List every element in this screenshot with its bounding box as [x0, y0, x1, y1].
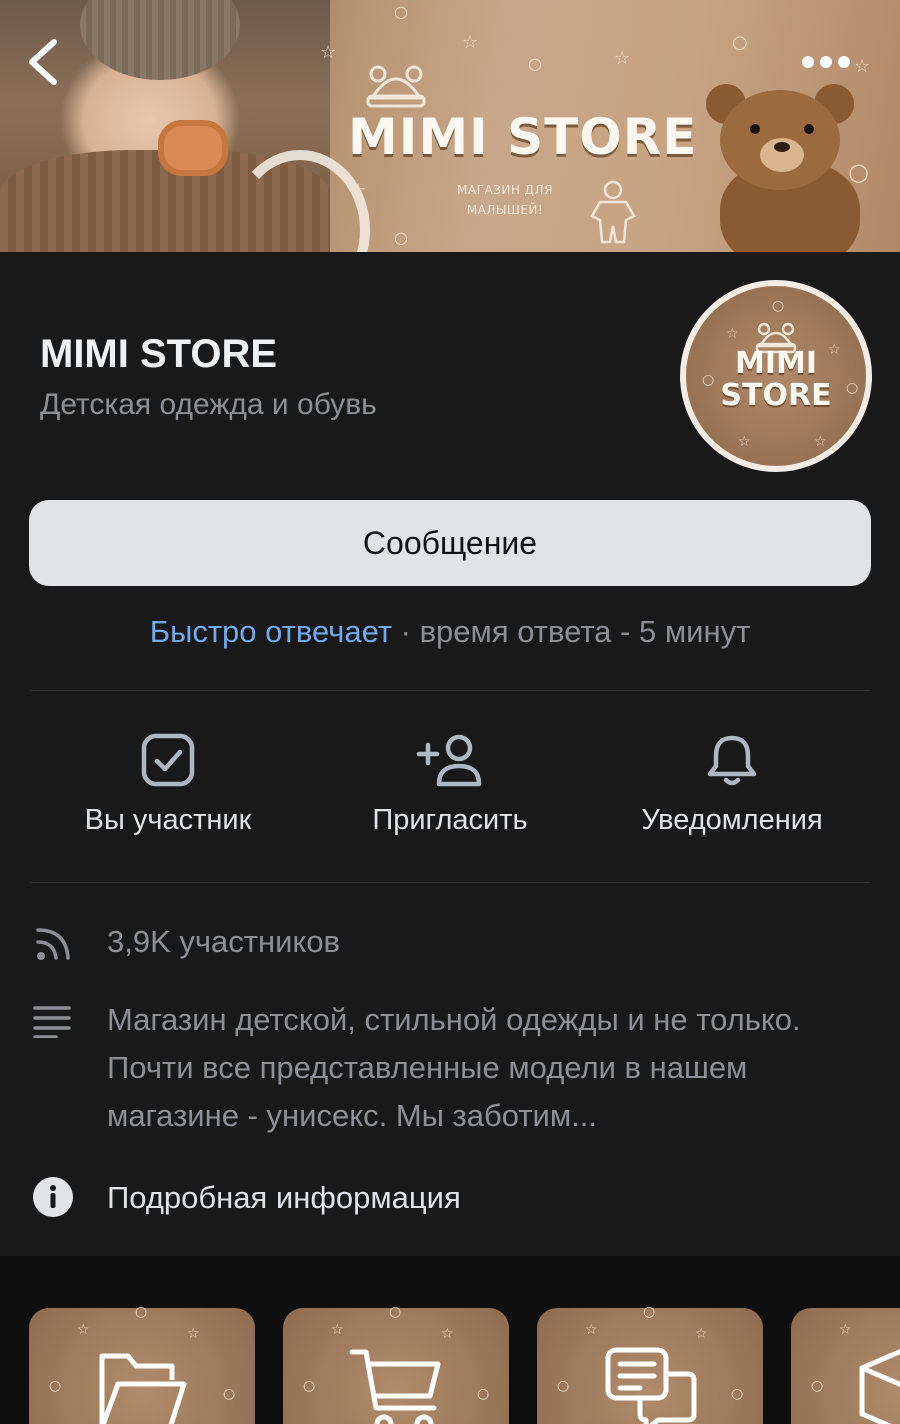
member-label: Вы участник — [84, 804, 252, 836]
message-button[interactable]: Сообщение — [29, 500, 871, 586]
circle-icon: ○ — [389, 1304, 402, 1320]
add-user-icon — [416, 734, 482, 787]
community-subtitle: Детская одежда и обувь — [40, 388, 377, 421]
circle-icon: ○ — [643, 1304, 656, 1320]
circle-icon: ○ — [772, 298, 785, 314]
divider — [30, 690, 870, 691]
tile-cart[interactable]: ☆ ☆ ○ ○ ○ — [283, 1304, 509, 1424]
teddy-bear-image — [690, 84, 890, 252]
community-name: MIMI STORE — [40, 332, 278, 376]
star-icon: ☆ — [738, 434, 751, 450]
cart-icon — [349, 1349, 441, 1424]
circle-icon: ○ — [303, 1378, 316, 1394]
circle-icon: ○ — [394, 2, 408, 21]
members-count: 3,9K участников — [107, 924, 341, 959]
cover-image: ☆ ☆ ☆ ☆ ☆ ○ ○ ○ ○ ○ MIMI STORE МАГАЗИН Д… — [0, 0, 900, 252]
community-description: Магазин детской, стильной одежды и не то… — [107, 1002, 801, 1133]
circle-icon: ○ — [731, 1386, 744, 1402]
bear-eye — [750, 124, 760, 134]
romper-icon — [590, 180, 636, 244]
circle-icon: ○ — [394, 228, 408, 247]
info-icon — [33, 1177, 73, 1217]
tile-delivery[interactable]: ☆ ○ — [791, 1308, 900, 1424]
circle-icon: ○ — [477, 1386, 490, 1402]
avatar[interactable]: ☆ ☆ ☆ ☆ ○ ○ ○ MIMI STORE — [680, 280, 872, 472]
notifications-label: Уведомления — [641, 804, 823, 836]
star-icon: ☆ — [331, 1322, 344, 1338]
star-icon: ☆ — [814, 434, 827, 450]
fast-response-label: Быстро отвечает — [149, 614, 393, 649]
invite-button[interactable]: Пригласить — [310, 732, 590, 837]
star-icon: ☆ — [77, 1322, 90, 1338]
star-icon: ☆ — [187, 1326, 200, 1342]
bell-icon — [707, 735, 757, 786]
actions-row: Вы участник Пригласить Уведомления — [0, 732, 900, 862]
cover-tagline: МАГАЗИН ДЛЯ МАЛЫШЕЙ! — [430, 180, 580, 220]
avatar-brand-text: MIMI STORE — [686, 348, 866, 412]
star-icon: ☆ — [320, 42, 337, 63]
circle-icon: ○ — [557, 1378, 570, 1394]
star-icon: ☆ — [350, 180, 367, 201]
hat-logo-icon — [366, 65, 426, 108]
star-icon: ☆ — [462, 32, 479, 53]
circle-icon: ○ — [732, 32, 748, 53]
avatar-line1: MIMI — [734, 346, 818, 381]
star-icon: ☆ — [726, 326, 739, 342]
response-time-info: Быстро отвечает · время ответа - 5 минут — [0, 614, 900, 650]
chevron-left-icon[interactable] — [24, 38, 64, 86]
response-time-text: · время ответа - 5 минут — [392, 614, 751, 649]
circle-icon: ○ — [135, 1304, 148, 1320]
circle-icon: ○ — [49, 1378, 62, 1394]
rss-icon — [36, 928, 70, 960]
cover-tagline-line2: МАЛЫШЕЙ! — [466, 203, 544, 217]
notifications-button[interactable]: Уведомления — [592, 732, 872, 837]
cover-tagline-line1: МАГАЗИН ДЛЯ — [457, 183, 553, 197]
bear-eye — [804, 124, 814, 134]
text-lines-icon — [33, 1006, 71, 1038]
cover-brand-text: MIMI STORE — [348, 108, 698, 166]
profile-card: MIMI STORE Детская одежда и обувь ☆ ☆ ☆ … — [0, 252, 900, 1256]
star-icon: ☆ — [854, 56, 871, 77]
star-icon: ☆ — [441, 1326, 454, 1342]
star-icon: ☆ — [695, 1326, 708, 1342]
divider — [30, 882, 870, 883]
shortcut-tiles: ☆ ☆ ○ ○ ○ ☆ ☆ ○ ○ ○ ☆ ☆ ○ ○ ○ ☆ ○ — [0, 1284, 900, 1424]
star-icon: ☆ — [585, 1322, 598, 1338]
more-dots-icon[interactable] — [800, 52, 852, 72]
circle-icon: ○ — [223, 1386, 236, 1402]
bear-nose — [774, 142, 790, 152]
invite-label: Пригласить — [372, 804, 528, 836]
tile-chat[interactable]: ☆ ☆ ○ ○ ○ — [537, 1304, 763, 1424]
circle-icon: ○ — [811, 1378, 824, 1394]
avatar-line2: STORE — [720, 378, 832, 413]
star-icon: ☆ — [614, 48, 631, 69]
member-button[interactable]: Вы участник — [28, 732, 308, 837]
box-icon — [859, 1348, 900, 1424]
circle-icon: ○ — [528, 54, 542, 73]
folder-icon — [99, 1353, 187, 1424]
details-label: Подробная информация — [107, 1180, 461, 1215]
chat-icon — [605, 1347, 697, 1424]
pacifier-shape — [158, 120, 228, 176]
check-square-icon — [141, 733, 195, 787]
star-icon: ☆ — [839, 1322, 852, 1338]
tile-catalog[interactable]: ☆ ☆ ○ ○ ○ — [29, 1304, 255, 1424]
